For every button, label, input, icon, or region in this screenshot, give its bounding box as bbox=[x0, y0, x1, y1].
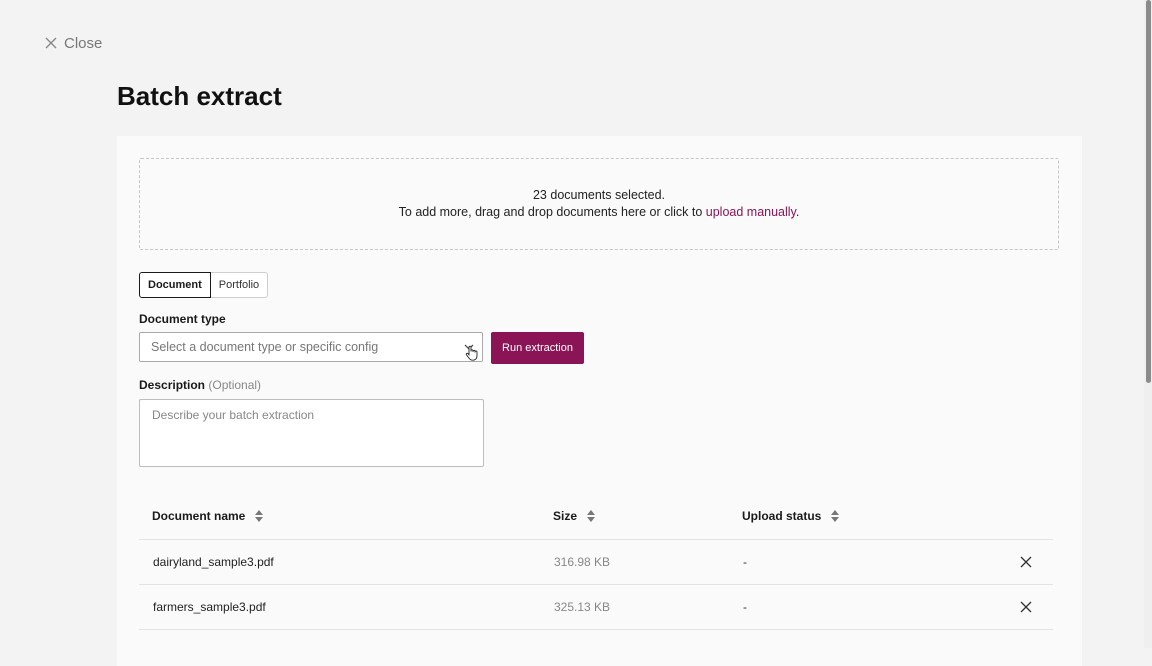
tab-document[interactable]: Document bbox=[139, 272, 211, 298]
document-type-placeholder: Select a document type or specific confi… bbox=[151, 340, 379, 354]
table-header: Document name Size Upload status bbox=[139, 491, 1053, 540]
sort-icon bbox=[587, 510, 596, 522]
column-header-label: Document name bbox=[152, 509, 246, 523]
row-upload-status: - bbox=[743, 555, 747, 569]
description-optional-text: (Optional) bbox=[208, 378, 262, 392]
mode-toggle: Document Portfolio bbox=[139, 272, 269, 298]
description-label-text: Description bbox=[139, 378, 206, 392]
column-header-label: Size bbox=[553, 509, 578, 523]
sort-icon bbox=[255, 510, 264, 522]
table-row: dairyland_sample3.pdf 316.98 KB - bbox=[139, 540, 1053, 585]
close-label: Close bbox=[64, 34, 103, 52]
row-upload-status: - bbox=[743, 600, 747, 614]
close-icon bbox=[45, 37, 57, 49]
batch-extract-panel: 23 documents selected. To add more, drag… bbox=[117, 136, 1082, 666]
description-textarea[interactable]: Describe your batch extraction bbox=[139, 399, 484, 467]
table-row: farmers_sample3.pdf 325.13 KB - bbox=[139, 585, 1053, 630]
column-header-label: Upload status bbox=[742, 509, 822, 523]
page-title: Batch extract bbox=[117, 81, 282, 111]
run-extraction-button[interactable]: Run extraction bbox=[491, 332, 584, 364]
description-label: Description (Optional) bbox=[139, 378, 261, 392]
remove-document-icon[interactable] bbox=[1020, 601, 1032, 613]
page-scrollbar[interactable] bbox=[1144, 0, 1152, 648]
upload-dropzone[interactable]: 23 documents selected. To add more, drag… bbox=[139, 158, 1059, 250]
hand-cursor-icon bbox=[465, 345, 478, 361]
dropzone-instructions-text: To add more, drag and drop documents her… bbox=[398, 205, 706, 219]
column-header-upload-status[interactable]: Upload status bbox=[742, 509, 840, 523]
column-header-size[interactable]: Size bbox=[553, 509, 596, 523]
sort-icon bbox=[831, 510, 840, 522]
dropzone-instructions: To add more, drag and drop documents her… bbox=[399, 204, 800, 221]
document-type-label: Document type bbox=[139, 312, 226, 326]
dropzone-period: . bbox=[795, 205, 800, 219]
upload-manually-link[interactable]: upload manually bbox=[706, 205, 796, 219]
description-placeholder: Describe your batch extraction bbox=[152, 408, 315, 422]
row-size: 325.13 KB bbox=[554, 600, 611, 614]
selected-count-text: 23 documents selected. bbox=[532, 188, 666, 202]
close-button[interactable]: Close bbox=[44, 33, 102, 53]
row-document-name: farmers_sample3.pdf bbox=[153, 600, 266, 614]
tab-portfolio[interactable]: Portfolio bbox=[210, 272, 269, 298]
remove-document-icon[interactable] bbox=[1020, 556, 1032, 568]
column-header-document-name[interactable]: Document name bbox=[152, 509, 264, 523]
row-size: 316.98 KB bbox=[554, 555, 611, 569]
row-document-name: dairyland_sample3.pdf bbox=[153, 555, 274, 569]
document-type-select[interactable]: Select a document type or specific confi… bbox=[139, 332, 483, 362]
scrollbar-thumb[interactable] bbox=[1146, 0, 1151, 383]
